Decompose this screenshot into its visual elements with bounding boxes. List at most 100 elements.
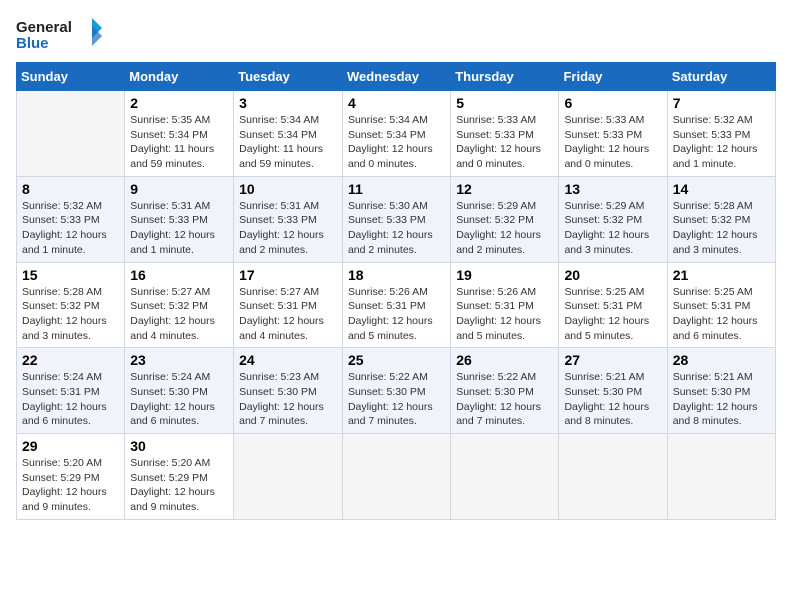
- day-number: 22: [22, 352, 119, 368]
- day-number: 23: [130, 352, 228, 368]
- day-number: 17: [239, 267, 337, 283]
- day-info: Sunrise: 5:35 AMSunset: 5:34 PMDaylight:…: [130, 113, 228, 172]
- day-info: Sunrise: 5:20 AMSunset: 5:29 PMDaylight:…: [130, 456, 228, 515]
- day-number: 10: [239, 181, 337, 197]
- day-info: Sunrise: 5:32 AMSunset: 5:33 PMDaylight:…: [673, 113, 770, 172]
- day-info: Sunrise: 5:20 AMSunset: 5:29 PMDaylight:…: [22, 456, 119, 515]
- day-info: Sunrise: 5:25 AMSunset: 5:31 PMDaylight:…: [564, 285, 661, 344]
- day-cell: 20 Sunrise: 5:25 AMSunset: 5:31 PMDaylig…: [559, 262, 667, 348]
- day-info: Sunrise: 5:27 AMSunset: 5:31 PMDaylight:…: [239, 285, 337, 344]
- day-info: Sunrise: 5:34 AMSunset: 5:34 PMDaylight:…: [239, 113, 337, 172]
- day-info: Sunrise: 5:24 AMSunset: 5:31 PMDaylight:…: [22, 370, 119, 429]
- day-info: Sunrise: 5:25 AMSunset: 5:31 PMDaylight:…: [673, 285, 770, 344]
- day-number: 3: [239, 95, 337, 111]
- day-number: 4: [348, 95, 445, 111]
- day-number: 12: [456, 181, 553, 197]
- day-cell: [342, 434, 450, 520]
- day-cell: 8 Sunrise: 5:32 AMSunset: 5:33 PMDayligh…: [17, 176, 125, 262]
- day-cell: [667, 434, 775, 520]
- day-cell: 10 Sunrise: 5:31 AMSunset: 5:33 PMDaylig…: [234, 176, 343, 262]
- day-cell: 5 Sunrise: 5:33 AMSunset: 5:33 PMDayligh…: [451, 91, 559, 177]
- day-info: Sunrise: 5:29 AMSunset: 5:32 PMDaylight:…: [456, 199, 553, 258]
- col-header-wednesday: Wednesday: [342, 63, 450, 91]
- day-info: Sunrise: 5:29 AMSunset: 5:32 PMDaylight:…: [564, 199, 661, 258]
- day-info: Sunrise: 5:26 AMSunset: 5:31 PMDaylight:…: [348, 285, 445, 344]
- day-cell: 6 Sunrise: 5:33 AMSunset: 5:33 PMDayligh…: [559, 91, 667, 177]
- col-header-thursday: Thursday: [451, 63, 559, 91]
- day-number: 24: [239, 352, 337, 368]
- day-cell: 12 Sunrise: 5:29 AMSunset: 5:32 PMDaylig…: [451, 176, 559, 262]
- day-info: Sunrise: 5:27 AMSunset: 5:32 PMDaylight:…: [130, 285, 228, 344]
- day-number: 29: [22, 438, 119, 454]
- day-cell: [559, 434, 667, 520]
- day-cell: [451, 434, 559, 520]
- day-cell: 16 Sunrise: 5:27 AMSunset: 5:32 PMDaylig…: [125, 262, 234, 348]
- day-cell: 4 Sunrise: 5:34 AMSunset: 5:34 PMDayligh…: [342, 91, 450, 177]
- day-number: 21: [673, 267, 770, 283]
- col-header-tuesday: Tuesday: [234, 63, 343, 91]
- day-info: Sunrise: 5:31 AMSunset: 5:33 PMDaylight:…: [239, 199, 337, 258]
- day-number: 13: [564, 181, 661, 197]
- day-number: 8: [22, 181, 119, 197]
- week-row-1: 2 Sunrise: 5:35 AMSunset: 5:34 PMDayligh…: [17, 91, 776, 177]
- day-number: 27: [564, 352, 661, 368]
- day-info: Sunrise: 5:28 AMSunset: 5:32 PMDaylight:…: [22, 285, 119, 344]
- day-info: Sunrise: 5:34 AMSunset: 5:34 PMDaylight:…: [348, 113, 445, 172]
- week-row-5: 29 Sunrise: 5:20 AMSunset: 5:29 PMDaylig…: [17, 434, 776, 520]
- day-info: Sunrise: 5:22 AMSunset: 5:30 PMDaylight:…: [456, 370, 553, 429]
- day-cell: 14 Sunrise: 5:28 AMSunset: 5:32 PMDaylig…: [667, 176, 775, 262]
- calendar-table: SundayMondayTuesdayWednesdayThursdayFrid…: [16, 62, 776, 520]
- day-cell: 13 Sunrise: 5:29 AMSunset: 5:32 PMDaylig…: [559, 176, 667, 262]
- day-cell: 27 Sunrise: 5:21 AMSunset: 5:30 PMDaylig…: [559, 348, 667, 434]
- day-number: 15: [22, 267, 119, 283]
- day-number: 14: [673, 181, 770, 197]
- day-number: 20: [564, 267, 661, 283]
- day-info: Sunrise: 5:28 AMSunset: 5:32 PMDaylight:…: [673, 199, 770, 258]
- day-cell: 2 Sunrise: 5:35 AMSunset: 5:34 PMDayligh…: [125, 91, 234, 177]
- day-number: 18: [348, 267, 445, 283]
- week-row-4: 22 Sunrise: 5:24 AMSunset: 5:31 PMDaylig…: [17, 348, 776, 434]
- day-cell: 30 Sunrise: 5:20 AMSunset: 5:29 PMDaylig…: [125, 434, 234, 520]
- logo-svg: General Blue: [16, 16, 106, 52]
- day-info: Sunrise: 5:30 AMSunset: 5:33 PMDaylight:…: [348, 199, 445, 258]
- col-header-friday: Friday: [559, 63, 667, 91]
- day-cell: 3 Sunrise: 5:34 AMSunset: 5:34 PMDayligh…: [234, 91, 343, 177]
- day-cell: [17, 91, 125, 177]
- day-info: Sunrise: 5:32 AMSunset: 5:33 PMDaylight:…: [22, 199, 119, 258]
- day-cell: 29 Sunrise: 5:20 AMSunset: 5:29 PMDaylig…: [17, 434, 125, 520]
- day-number: 2: [130, 95, 228, 111]
- day-info: Sunrise: 5:21 AMSunset: 5:30 PMDaylight:…: [564, 370, 661, 429]
- day-number: 19: [456, 267, 553, 283]
- day-number: 11: [348, 181, 445, 197]
- day-info: Sunrise: 5:23 AMSunset: 5:30 PMDaylight:…: [239, 370, 337, 429]
- day-number: 5: [456, 95, 553, 111]
- day-info: Sunrise: 5:31 AMSunset: 5:33 PMDaylight:…: [130, 199, 228, 258]
- day-number: 28: [673, 352, 770, 368]
- day-info: Sunrise: 5:26 AMSunset: 5:31 PMDaylight:…: [456, 285, 553, 344]
- day-cell: 18 Sunrise: 5:26 AMSunset: 5:31 PMDaylig…: [342, 262, 450, 348]
- col-header-sunday: Sunday: [17, 63, 125, 91]
- day-cell: 22 Sunrise: 5:24 AMSunset: 5:31 PMDaylig…: [17, 348, 125, 434]
- day-number: 7: [673, 95, 770, 111]
- day-cell: 11 Sunrise: 5:30 AMSunset: 5:33 PMDaylig…: [342, 176, 450, 262]
- col-header-monday: Monday: [125, 63, 234, 91]
- col-header-saturday: Saturday: [667, 63, 775, 91]
- week-row-3: 15 Sunrise: 5:28 AMSunset: 5:32 PMDaylig…: [17, 262, 776, 348]
- day-number: 25: [348, 352, 445, 368]
- day-number: 16: [130, 267, 228, 283]
- day-number: 30: [130, 438, 228, 454]
- calendar-header-row: SundayMondayTuesdayWednesdayThursdayFrid…: [17, 63, 776, 91]
- day-number: 6: [564, 95, 661, 111]
- day-cell: 23 Sunrise: 5:24 AMSunset: 5:30 PMDaylig…: [125, 348, 234, 434]
- day-cell: 24 Sunrise: 5:23 AMSunset: 5:30 PMDaylig…: [234, 348, 343, 434]
- week-row-2: 8 Sunrise: 5:32 AMSunset: 5:33 PMDayligh…: [17, 176, 776, 262]
- day-number: 9: [130, 181, 228, 197]
- svg-text:General: General: [16, 19, 72, 36]
- day-cell: 9 Sunrise: 5:31 AMSunset: 5:33 PMDayligh…: [125, 176, 234, 262]
- page-header: General Blue: [16, 16, 776, 52]
- day-cell: 28 Sunrise: 5:21 AMSunset: 5:30 PMDaylig…: [667, 348, 775, 434]
- day-number: 26: [456, 352, 553, 368]
- day-cell: 21 Sunrise: 5:25 AMSunset: 5:31 PMDaylig…: [667, 262, 775, 348]
- day-info: Sunrise: 5:21 AMSunset: 5:30 PMDaylight:…: [673, 370, 770, 429]
- day-info: Sunrise: 5:33 AMSunset: 5:33 PMDaylight:…: [456, 113, 553, 172]
